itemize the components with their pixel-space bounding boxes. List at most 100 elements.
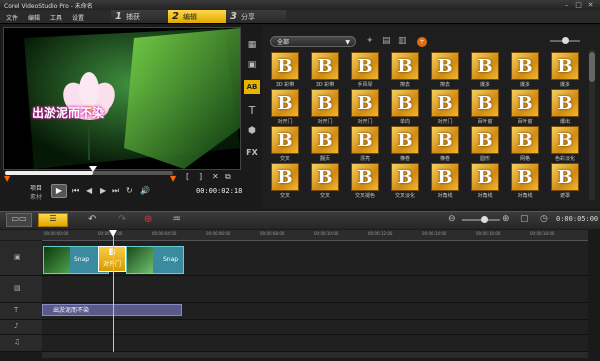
play-button[interactable]: ▶ — [51, 184, 67, 198]
transition-tile-label: 对开门 — [357, 119, 373, 125]
split-icon[interactable]: ✕ — [212, 172, 219, 181]
end-icon[interactable]: ⏭ — [112, 186, 119, 196]
close-icon[interactable]: ✕ — [586, 1, 595, 9]
menu-file[interactable]: 文件 — [6, 13, 18, 22]
tab-edit[interactable]: 2 编辑 — [168, 10, 228, 23]
scrub-handle[interactable] — [89, 166, 97, 172]
transition-tile[interactable]: B — [391, 126, 419, 154]
next-frame-icon[interactable]: ▶ — [100, 186, 106, 195]
voice-track[interactable] — [42, 320, 588, 335]
transition-tile[interactable]: B — [391, 89, 419, 117]
repeat-icon[interactable]: ↻ — [126, 186, 133, 195]
graphic-tab-icon[interactable]: ⬢ — [245, 126, 259, 136]
category-dropdown[interactable]: 全部 ▼ — [270, 36, 356, 47]
duration-clock-icon[interactable]: ◷ — [540, 214, 548, 224]
end-bracket-icon[interactable]: ] — [199, 172, 202, 181]
tab-share[interactable]: 3 分享 — [226, 10, 286, 23]
transition-tile[interactable]: B — [551, 89, 579, 117]
zoom-in-icon[interactable]: ⊕ — [502, 214, 510, 224]
transition-tile[interactable]: B — [511, 163, 539, 191]
undo-icon[interactable]: ↶ — [88, 214, 96, 225]
transition-tile[interactable]: B — [311, 89, 339, 117]
transition-tile[interactable]: B — [431, 163, 459, 191]
playhead-line[interactable] — [113, 230, 114, 352]
media-icon[interactable]: ▦ — [245, 40, 259, 50]
maximize-icon[interactable]: □ — [574, 1, 583, 9]
home-icon[interactable]: ⏮ — [72, 186, 79, 196]
apply-random-icon[interactable]: ▤ — [382, 36, 391, 46]
project-mode-label[interactable]: 项目 — [30, 183, 42, 192]
instant-project-icon[interactable]: ▣ — [245, 60, 259, 70]
transition-tile[interactable]: B — [471, 126, 499, 154]
transition-tile[interactable]: B — [391, 163, 419, 191]
transition-tile[interactable]: B — [271, 89, 299, 117]
playhead-handle[interactable] — [109, 230, 117, 237]
transition-tile[interactable]: B — [311, 163, 339, 191]
track-manager-icon[interactable] — [0, 230, 42, 240]
transition-tile[interactable]: B — [351, 89, 379, 117]
fit-project-icon[interactable]: ▢ — [520, 214, 529, 224]
title-track-header[interactable]: T — [0, 303, 42, 320]
mark-out-icon[interactable]: ▼ — [170, 174, 176, 183]
transition-tile[interactable]: B — [271, 163, 299, 191]
transition-tile[interactable]: B — [351, 126, 379, 154]
transition-tile[interactable]: B — [431, 126, 459, 154]
start-bracket-icon[interactable]: [ — [186, 172, 189, 181]
thumbnail-size-knob[interactable] — [562, 37, 569, 44]
preview-timecode[interactable]: 00:00:02:18 — [196, 187, 242, 195]
transition-tile[interactable]: B — [351, 52, 379, 80]
transition-tile[interactable]: B — [471, 89, 499, 117]
prev-frame-icon[interactable]: ◀ — [86, 186, 92, 195]
transition-tile[interactable]: B — [511, 52, 539, 80]
title-tab-icon[interactable]: T — [245, 104, 259, 117]
apply-current-icon[interactable]: ▥ — [398, 36, 407, 46]
video-track-header[interactable]: ▣ — [0, 241, 42, 276]
add-to-favorites-icon[interactable]: ✦ — [366, 36, 374, 46]
transition-tile[interactable]: B — [311, 52, 339, 80]
clip-mode-label[interactable]: 素材 — [30, 192, 42, 201]
library-scroll-thumb[interactable] — [589, 52, 595, 82]
transition-tile[interactable]: B — [471, 163, 499, 191]
transition-tile[interactable]: B — [391, 52, 419, 80]
mark-in-icon[interactable]: ▼ — [4, 174, 10, 183]
menu-tools[interactable]: 工具 — [50, 13, 62, 22]
timeline-scrollbar[interactable] — [42, 352, 588, 358]
overlay-track[interactable] — [42, 276, 588, 303]
transition-tab-icon[interactable]: AB — [244, 80, 260, 94]
record-capture-icon[interactable]: ⊛ — [144, 214, 152, 225]
transition-clip[interactable]: B 对开门 — [98, 246, 126, 272]
transition-tile[interactable]: B — [431, 89, 459, 117]
transition-tile[interactable]: B — [351, 163, 379, 191]
transition-tile[interactable]: B — [511, 126, 539, 154]
video-clip-2[interactable]: Snap — [126, 246, 184, 274]
transition-tile[interactable]: B — [551, 163, 579, 191]
menu-settings[interactable]: 设置 — [72, 13, 84, 22]
zoom-out-icon[interactable]: ⊖ — [448, 214, 456, 224]
sound-mixer-icon[interactable]: ♒ — [172, 214, 181, 225]
menu-bar — [0, 10, 600, 24]
transition-tile[interactable]: B — [271, 52, 299, 80]
transition-tile[interactable]: B — [271, 126, 299, 154]
menu-edit[interactable]: 编辑 — [28, 13, 40, 22]
timeline-view-icon[interactable]: ☰ — [38, 213, 68, 227]
voice-track-header[interactable]: ♪ — [0, 320, 42, 335]
tab-capture[interactable]: 1 捕获 — [111, 10, 171, 23]
filter-tab-icon[interactable]: FX — [245, 148, 259, 157]
redo-icon[interactable]: ↷ — [118, 214, 126, 225]
volume-icon[interactable]: 🔊 — [140, 186, 150, 195]
transition-tile[interactable]: B — [511, 89, 539, 117]
transition-tile[interactable]: B — [471, 52, 499, 80]
music-track-header[interactable]: ♫ — [0, 335, 42, 352]
transition-tile[interactable]: B — [311, 126, 339, 154]
minimize-icon[interactable]: – — [562, 1, 571, 9]
music-track[interactable] — [42, 335, 588, 352]
enlarge-icon[interactable]: ⧉ — [225, 172, 231, 182]
transition-tile[interactable]: B — [431, 52, 459, 80]
overlay-track-header[interactable]: ▧ — [0, 276, 42, 303]
get-more-icon[interactable]: + — [417, 37, 427, 47]
storyboard-view-icon[interactable]: ▭▭ — [6, 213, 32, 227]
title-clip[interactable]: 出淤泥而不染 — [42, 304, 182, 316]
zoom-knob[interactable] — [481, 216, 488, 223]
transition-tile[interactable]: B — [551, 126, 579, 154]
transition-tile[interactable]: B — [551, 52, 579, 80]
